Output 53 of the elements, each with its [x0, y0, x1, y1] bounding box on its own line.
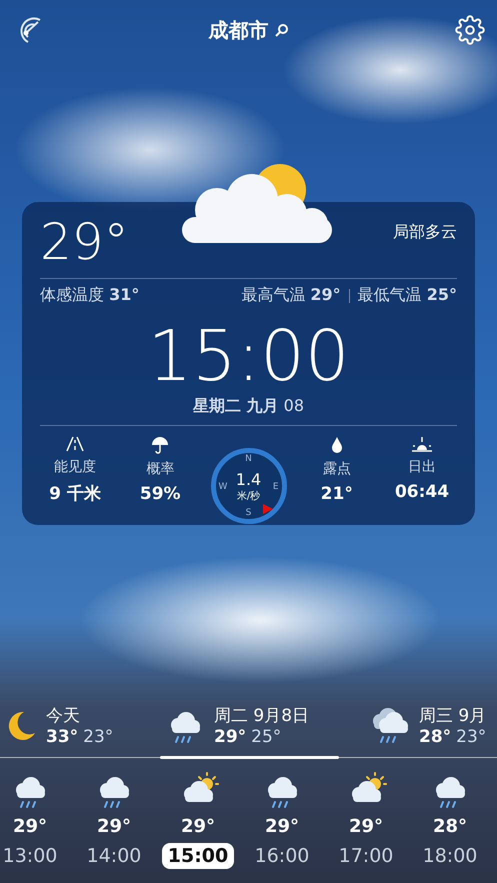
current-temperature: 29°: [40, 212, 129, 272]
hour-time[interactable]: 16:00: [248, 843, 316, 869]
stat-value: 21°: [320, 484, 353, 504]
day-high: 33°: [46, 727, 78, 747]
hour-temperature: 29°: [264, 816, 300, 837]
weather-condition: 局部多云: [393, 222, 457, 242]
day-tab[interactable]: 今天 33° 23°: [4, 704, 164, 757]
stat-label: 概率: [146, 460, 174, 478]
hour-time[interactable]: 13:00: [0, 843, 64, 869]
stat-value: 59%: [140, 484, 181, 504]
road-icon: [65, 436, 85, 452]
hour-temperature: 28°: [432, 816, 468, 837]
current-time: 15:00: [146, 316, 350, 396]
day-tab[interactable]: 周二 9月8日 29° 25°: [164, 704, 369, 757]
day-name: 周三 9月: [419, 705, 486, 727]
stat-value: 9 千米: [49, 483, 101, 505]
low-temperature-text: 最低气温 25°: [358, 285, 457, 306]
settings-icon[interactable]: [455, 15, 485, 45]
stat-label: 能见度: [54, 458, 96, 476]
stat-label: 日出: [408, 458, 436, 476]
hour-time[interactable]: 15:00: [162, 843, 234, 869]
hour-temperature: 29°: [348, 816, 384, 837]
compass-direction: E: [272, 482, 278, 492]
day-low: 23°: [83, 727, 114, 747]
stat-label: 露点: [322, 460, 351, 478]
hour-temperature: 29°: [12, 816, 48, 837]
sunrise-icon: [411, 436, 433, 452]
day-high: 28°: [419, 727, 452, 747]
day-name: 周二 9月8日: [214, 705, 310, 727]
hour-time[interactable]: 17:00: [332, 843, 400, 869]
wind-pointer-icon: [262, 503, 274, 515]
day-low: 25°: [251, 727, 282, 747]
day-tab[interactable]: 周三 9月 28° 23°: [369, 704, 497, 757]
umbrella-icon: [150, 436, 170, 454]
wind-unit: 米/秒: [236, 490, 260, 502]
high-temperature-text: 最高气温 29°: [241, 285, 341, 306]
day-high: 29°: [214, 727, 246, 747]
compass-direction: W: [218, 482, 228, 492]
city-title[interactable]: 成都市: [208, 16, 268, 44]
drop-icon: [330, 436, 344, 454]
hour-temperature: 29°: [180, 816, 216, 837]
stat-value: 06:44: [394, 482, 450, 502]
feels-like-text: 体感温度 31°: [40, 285, 140, 306]
wind-speed: 1.4: [236, 470, 262, 488]
hour-time[interactable]: 18:00: [416, 843, 484, 869]
compass-direction: S: [246, 508, 252, 518]
compass-direction: N: [245, 454, 252, 464]
search-icon[interactable]: [274, 23, 288, 37]
hour-temperature: 29°: [96, 816, 132, 837]
current-date: 星期二 九月 08: [192, 396, 306, 417]
day-low: 23°: [456, 727, 486, 747]
day-name: 今天: [46, 705, 81, 727]
hour-time[interactable]: 14:00: [80, 843, 148, 869]
